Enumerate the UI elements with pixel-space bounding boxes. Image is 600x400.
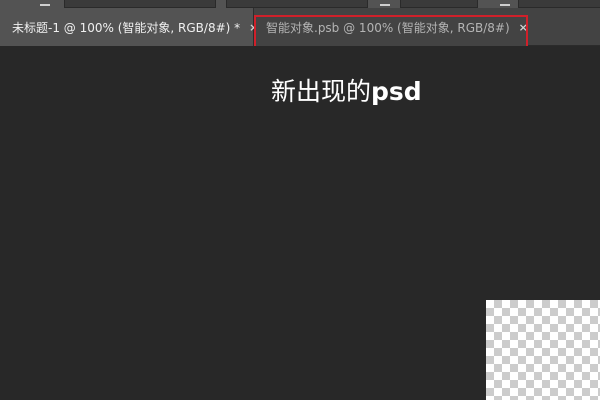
options-field-2[interactable] [226,0,368,8]
options-bar [0,0,600,8]
tab-label: 智能对象.psb @ 100% (智能对象, RGB/8#) [266,20,510,35]
document-tab-bar: 未标题-1 @ 100% (智能对象, RGB/8#) * × 智能对象.psb… [0,8,600,46]
tab-smart-object-psb[interactable]: 智能对象.psb @ 100% (智能对象, RGB/8#) × [256,8,528,46]
close-icon[interactable]: × [519,22,528,33]
annotation-text: 新出现的psd [271,72,422,108]
photoshop-window: 未标题-1 @ 100% (智能对象, RGB/8#) * × 智能对象.psb… [0,0,600,400]
annotation-text-en: psd [371,77,422,106]
tool-preset-icon[interactable] [40,0,50,6]
options-field-3[interactable] [400,0,478,8]
tab-label: 未标题-1 @ 100% (智能对象, RGB/8#) * [12,20,241,35]
options-field-1[interactable] [64,0,216,8]
annotation-text-cn: 新出现的 [271,77,372,106]
transparent-document-area [486,300,600,400]
tab-untitled-1[interactable]: 未标题-1 @ 100% (智能对象, RGB/8#) * × [0,8,258,46]
options-field-4[interactable] [518,0,600,8]
antialias-icon [500,0,510,6]
font-size-icon [380,0,390,6]
